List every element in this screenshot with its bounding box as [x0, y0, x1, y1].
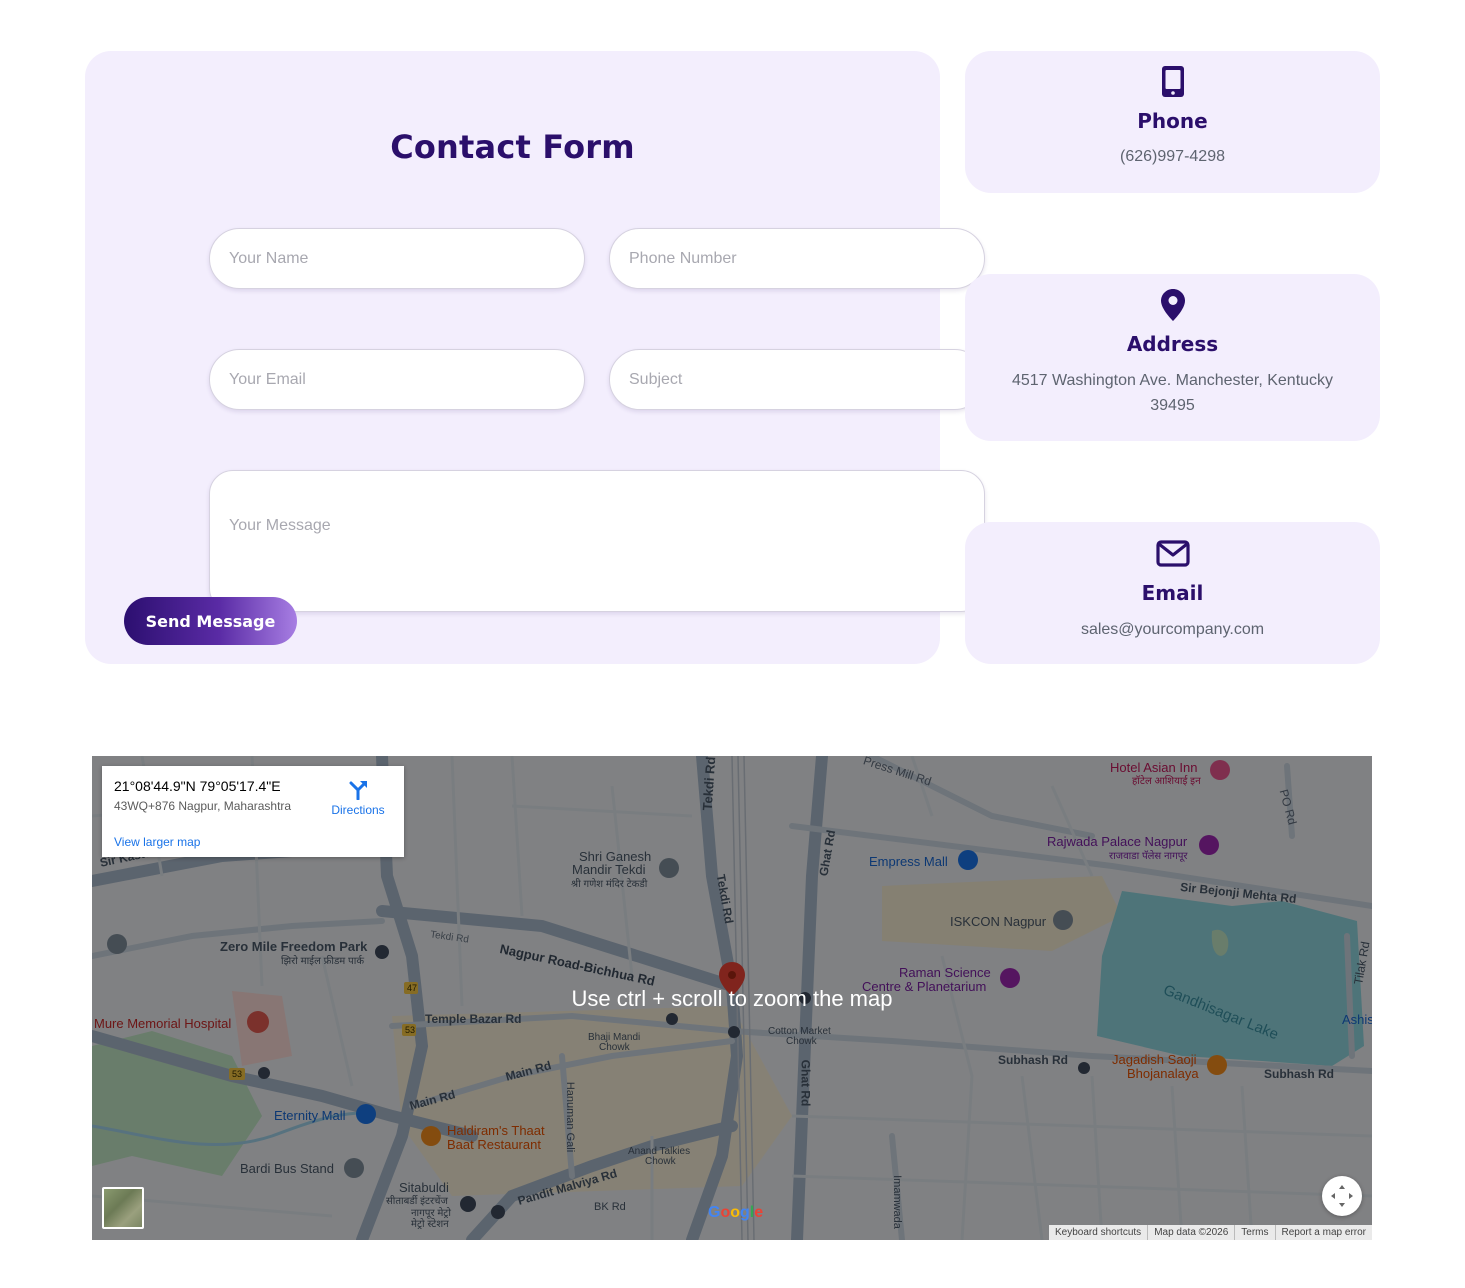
- phone-info-card: Phone (626)997-4298: [965, 51, 1380, 193]
- zoom-hint: Use ctrl + scroll to zoom the map: [571, 986, 893, 1011]
- subject-input[interactable]: [609, 349, 985, 410]
- map-plus-code-address: 43WQ+876 Nagpur, Maharashtra: [114, 799, 292, 813]
- contact-form-title: Contact Form: [390, 128, 635, 166]
- map-data-notice: Map data ©2026: [1147, 1225, 1234, 1240]
- terms-link[interactable]: Terms: [1234, 1225, 1274, 1240]
- map-pin-icon: [1160, 288, 1186, 327]
- phone-value: (626)997-4298: [1120, 148, 1225, 165]
- mobile-phone-icon: [1161, 65, 1185, 103]
- email-input[interactable]: [209, 349, 585, 410]
- address-value: 4517 Washington Ave. Manchester, Kentuck…: [1011, 372, 1334, 414]
- contact-form-card: Contact Form: [85, 51, 985, 664]
- message-textarea[interactable]: [209, 470, 985, 612]
- email-title: Email: [1141, 581, 1204, 605]
- keyboard-shortcuts-link[interactable]: Keyboard shortcuts: [1049, 1225, 1147, 1240]
- map-coordinates: 21°08'44.9"N 79°05'17.4"E: [114, 778, 281, 794]
- google-logo: Google: [708, 1204, 764, 1221]
- report-map-error-link[interactable]: Report a map error: [1274, 1225, 1372, 1240]
- address-title: Address: [1126, 332, 1219, 356]
- map-place-card: 21°08'44.9"N 79°05'17.4"E 43WQ+876 Nagpu…: [102, 766, 404, 857]
- view-larger-map-link[interactable]: View larger map: [114, 835, 200, 849]
- phone-title: Phone: [1137, 109, 1208, 133]
- fullscreen-icon: [1331, 1185, 1353, 1207]
- map-attribution-bar: Keyboard shortcuts Map data ©2026 Terms …: [1049, 1225, 1372, 1240]
- email-info-card: Email sales@yourcompany.com: [965, 522, 1380, 664]
- name-input[interactable]: [209, 228, 585, 289]
- send-message-button[interactable]: Send Message: [124, 597, 297, 645]
- satellite-view-toggle[interactable]: [102, 1187, 144, 1229]
- fullscreen-button[interactable]: [1322, 1176, 1362, 1216]
- phone-number-input[interactable]: [609, 228, 985, 289]
- directions-link[interactable]: Directions: [329, 803, 387, 817]
- address-info-card: Address 4517 Washington Ave. Manchester,…: [965, 274, 1380, 441]
- email-value: sales@yourcompany.com: [1080, 621, 1265, 638]
- embedded-map[interactable]: Hotel Asian Inn हॉटेल आशियाई इन Press Mi…: [92, 756, 1372, 1240]
- envelope-icon: [1155, 540, 1190, 572]
